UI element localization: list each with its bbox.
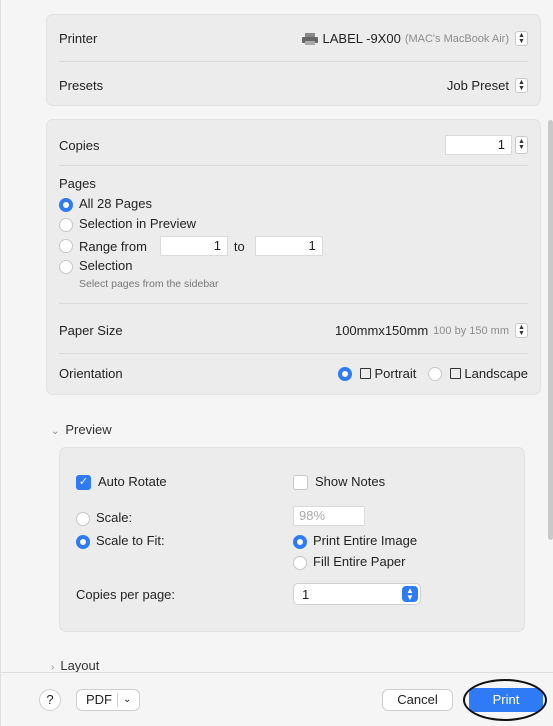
printer-icon xyxy=(301,32,318,45)
radio-unselected xyxy=(59,259,73,274)
copies-row: Copies 1 ▲ ▼ xyxy=(59,135,528,155)
printer-row: Printer LABEL -9X00 (MAC's MacBook Air) … xyxy=(59,31,528,46)
fill-entire-paper-option[interactable]: Fill Entire Paper xyxy=(293,554,405,570)
pages-range-option[interactable]: Range from 1 to 1 xyxy=(59,236,323,256)
copies-stepper[interactable]: ▲ ▼ xyxy=(515,136,528,154)
copies-input[interactable]: 1 xyxy=(445,135,512,155)
orientation-landscape-option[interactable]: Landscape xyxy=(428,366,528,381)
copies-control: 1 ▲ ▼ xyxy=(445,135,528,155)
help-button[interactable]: ? xyxy=(39,689,61,711)
presets-row: Presets Job Preset ▲ ▼ xyxy=(59,78,528,93)
paper-size-detail: 100 by 150 mm xyxy=(433,324,509,337)
layout-section-title: Layout xyxy=(60,658,100,672)
orientation-options: Portrait Landscape xyxy=(338,366,528,381)
printer-label: Printer xyxy=(59,31,98,46)
chevron-updown-icon: ▲ ▼ xyxy=(515,78,528,93)
highlight-circle xyxy=(463,679,547,721)
preview-options-group: ✓ Auto Rotate Show Notes Scale: 98% Scale… xyxy=(59,447,525,632)
checkbox-empty xyxy=(293,475,308,491)
preview-section-toggle[interactable]: ⌄ Preview xyxy=(51,422,112,437)
range-to-input[interactable]: 1 xyxy=(254,236,323,256)
chevron-updown-icon: ▲ ▼ xyxy=(402,586,418,602)
presets-value: Job Preset xyxy=(446,78,509,93)
layout-section-toggle[interactable]: › Layout xyxy=(51,658,99,672)
copies-per-page-value: 1 xyxy=(302,587,310,602)
chevron-updown-icon: ▲ ▼ xyxy=(515,31,528,46)
portrait-icon xyxy=(360,368,372,379)
radio-unselected xyxy=(76,511,90,526)
auto-rotate-checkbox[interactable]: ✓ Auto Rotate xyxy=(76,474,167,491)
scale-input[interactable]: 98% xyxy=(293,506,365,526)
divider xyxy=(59,165,528,166)
divider xyxy=(117,693,118,707)
radio-unselected xyxy=(293,555,307,570)
print-options-scroll-area[interactable]: Printer LABEL -9X00 (MAC's MacBook Air) … xyxy=(1,0,553,672)
checkmark-icon: ✓ xyxy=(76,475,91,491)
pages-selection-preview-label: Selection in Preview xyxy=(79,216,197,231)
scrollbar[interactable] xyxy=(548,120,553,540)
show-notes-label: Show Notes xyxy=(315,474,386,489)
radio-selected xyxy=(338,366,353,381)
divider xyxy=(59,303,528,304)
divider xyxy=(59,61,528,62)
chevron-right-icon: › xyxy=(51,662,55,672)
paper-size-row: Paper Size 100mmx150mm 100 by 150 mm ▲ ▼ xyxy=(59,323,528,338)
radio-unselected xyxy=(59,217,73,232)
presets-label: Presets xyxy=(59,78,104,93)
pages-range-from-label: Range from xyxy=(79,238,147,254)
portrait-label: Portrait xyxy=(374,366,417,381)
show-notes-checkbox[interactable]: Show Notes xyxy=(293,474,386,491)
range-from-input[interactable]: 1 xyxy=(159,236,228,256)
pages-all-option[interactable]: All 28 Pages xyxy=(59,196,152,212)
pages-range-to-label: to xyxy=(233,238,245,254)
scale-to-fit-label: Scale to Fit: xyxy=(96,533,165,548)
copies-label: Copies xyxy=(59,137,100,153)
paper-size-value: 100mmx150mm xyxy=(334,323,429,338)
auto-rotate-label: Auto Rotate xyxy=(98,474,167,489)
pdf-label: PDF xyxy=(86,692,112,707)
dialog-footer: ? PDF ⌄ Cancel Print xyxy=(1,672,553,726)
printer-location: (MAC's MacBook Air) xyxy=(404,32,509,45)
radio-selected xyxy=(76,534,90,549)
chevron-updown-icon: ▲ ▼ xyxy=(515,323,528,338)
printer-select[interactable]: LABEL -9X00 (MAC's MacBook Air) ▲ ▼ xyxy=(301,31,528,46)
scale-label: Scale: xyxy=(96,510,133,525)
landscape-icon xyxy=(450,368,462,379)
radio-unselected xyxy=(428,366,443,381)
cancel-button[interactable]: Cancel xyxy=(382,689,453,711)
chevron-down-icon: ⌄ xyxy=(51,426,60,437)
orientation-portrait-option[interactable]: Portrait xyxy=(338,366,416,381)
copies-per-page-select[interactable]: 1 ▲ ▼ xyxy=(293,583,421,605)
chevron-down-icon: ⌄ xyxy=(123,694,132,705)
pdf-menu-button[interactable]: PDF ⌄ xyxy=(76,689,140,711)
radio-selected xyxy=(59,197,73,212)
print-entire-image-label: Print Entire Image xyxy=(313,533,418,548)
print-dialog: Printer LABEL -9X00 (MAC's MacBook Air) … xyxy=(0,0,553,726)
pages-all-label: All 28 Pages xyxy=(79,196,152,211)
scale-option[interactable]: Scale: xyxy=(76,510,132,526)
fill-entire-paper-label: Fill Entire Paper xyxy=(313,554,406,569)
orientation-label: Orientation xyxy=(59,366,123,381)
paper-size-select[interactable]: 100mmx150mm 100 by 150 mm ▲ ▼ xyxy=(335,323,528,338)
copies-per-page-label: Copies per page: xyxy=(76,587,176,602)
landscape-label: Landscape xyxy=(464,366,528,381)
printer-name: LABEL -9X00 xyxy=(322,31,401,46)
presets-select[interactable]: Job Preset ▲ ▼ xyxy=(447,78,528,93)
printer-presets-group: Printer LABEL -9X00 (MAC's MacBook Air) … xyxy=(46,14,541,106)
radio-unselected xyxy=(59,239,73,253)
pages-selection-option[interactable]: Selection xyxy=(59,258,132,274)
copies-pages-group: Copies 1 ▲ ▼ Pages All 28 Pages Selection… xyxy=(46,119,541,395)
pages-label: Pages xyxy=(59,176,96,191)
preview-section-title: Preview xyxy=(65,422,112,437)
print-entire-image-option[interactable]: Print Entire Image xyxy=(293,533,417,549)
pages-selection-label: Selection xyxy=(79,258,133,273)
divider xyxy=(59,353,528,354)
pages-selection-preview-option[interactable]: Selection in Preview xyxy=(59,216,196,232)
radio-selected xyxy=(293,534,307,549)
pages-selection-hint: Select pages from the sidebar xyxy=(79,278,219,290)
paper-size-label: Paper Size xyxy=(59,323,123,338)
orientation-row: Orientation Portrait Landscape xyxy=(59,366,528,381)
scale-to-fit-option[interactable]: Scale to Fit: xyxy=(76,533,165,549)
